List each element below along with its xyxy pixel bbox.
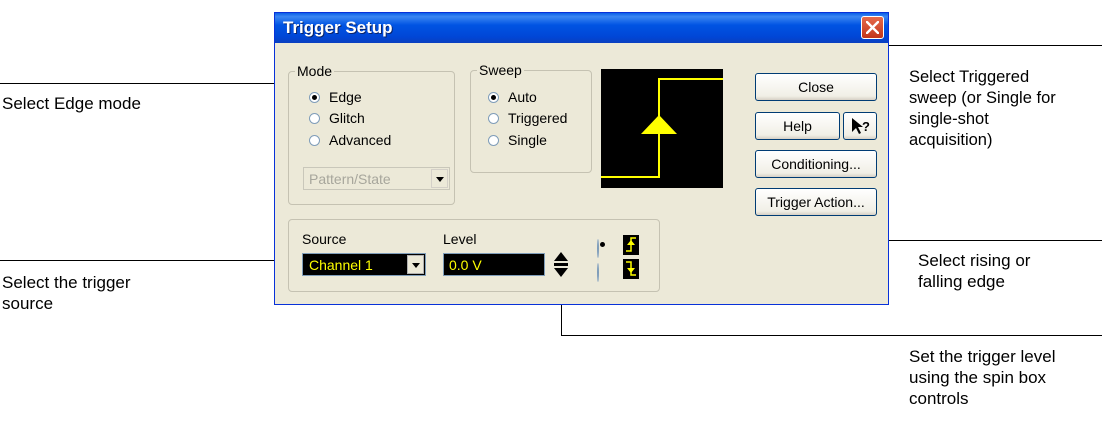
radio-label: Single xyxy=(508,132,547,148)
annotation-line: sweep (or Single for xyxy=(909,89,1056,107)
radio-indicator xyxy=(488,134,499,146)
level-label: Level xyxy=(443,231,477,247)
annotation-line: Select the trigger xyxy=(2,273,131,292)
dialog-title: Trigger Setup xyxy=(283,18,393,37)
chevron-down-icon xyxy=(407,255,424,274)
sweep-option-single[interactable]: Single xyxy=(488,131,547,149)
mode-option-glitch[interactable]: Glitch xyxy=(309,109,365,127)
slope-falling-option[interactable] xyxy=(597,259,639,282)
source-label: Source xyxy=(302,231,347,247)
sweep-option-auto[interactable]: Auto xyxy=(488,88,537,106)
leader-source xyxy=(0,260,300,261)
leader-level-h xyxy=(561,335,1102,336)
radio-indicator xyxy=(309,91,320,103)
close-icon xyxy=(866,21,879,34)
rising-edge-icon xyxy=(623,235,639,255)
mode-option-edge[interactable]: Edge xyxy=(309,88,362,106)
annotation-slope-edge: Select rising or falling edge xyxy=(918,250,1030,292)
chevron-down-icon xyxy=(431,169,448,188)
radio-indicator xyxy=(488,91,499,103)
conditioning-button[interactable]: Conditioning... xyxy=(755,150,877,178)
annotation-line: Set the trigger level xyxy=(909,347,1056,366)
annotation-line: source xyxy=(2,294,54,313)
mode-option-advanced[interactable]: Advanced xyxy=(309,131,391,149)
sweep-legend: Sweep xyxy=(477,62,524,78)
radio-indicator xyxy=(597,263,599,282)
close-button[interactable]: Close xyxy=(755,73,877,101)
level-spin-control[interactable] xyxy=(552,251,570,279)
level-value: 0.0 V xyxy=(449,257,482,273)
annotation-edge-mode: Select Edge mode xyxy=(2,94,141,113)
trigger-action-button[interactable]: Trigger Action... xyxy=(755,188,877,216)
source-dropdown[interactable]: Channel 1 xyxy=(302,253,426,276)
annotation-line: Select rising or xyxy=(918,251,1031,270)
radio-label: Glitch xyxy=(329,110,365,126)
mode-legend: Mode xyxy=(295,63,335,79)
radio-label: Edge xyxy=(329,89,362,105)
radio-indicator xyxy=(309,112,320,124)
dropdown-value: Pattern/State xyxy=(309,171,391,187)
radio-label: Auto xyxy=(508,89,537,105)
whats-this-help-button[interactable]: ? xyxy=(843,112,877,140)
level-input[interactable]: 0.0 V xyxy=(443,253,545,276)
whats-this-icon: ? xyxy=(852,118,870,134)
close-window-button[interactable] xyxy=(861,16,884,39)
advanced-mode-dropdown[interactable]: Pattern/State xyxy=(303,167,450,190)
spin-arrows-icon xyxy=(554,252,568,277)
annotation-line: falling edge xyxy=(918,272,1005,291)
annotation-line: single-shot xyxy=(909,110,989,128)
sweep-option-triggered[interactable]: Triggered xyxy=(488,109,567,127)
source-value: Channel 1 xyxy=(309,257,373,273)
slope-rising-option[interactable] xyxy=(597,235,639,258)
svg-text:?: ? xyxy=(862,119,870,134)
trigger-edge-display xyxy=(601,69,723,188)
annotation-trigger-source: Select the trigger source xyxy=(2,272,131,314)
radio-indicator xyxy=(488,112,499,124)
radio-indicator xyxy=(597,239,599,258)
annotation-triggered-sweep: Select Triggered sweep (or Single for si… xyxy=(909,67,1056,151)
leader-edge-mode xyxy=(0,83,296,84)
trigger-setup-dialog: Trigger Setup Mode Edge Glitch Advanced … xyxy=(274,12,889,305)
annotation-line: Select Triggered xyxy=(909,68,1030,86)
title-bar[interactable]: Trigger Setup xyxy=(275,13,888,43)
rising-edge-diagram xyxy=(601,78,723,178)
help-button[interactable]: Help xyxy=(755,112,840,140)
annotation-line: controls xyxy=(909,389,969,408)
annotation-line: acquisition) xyxy=(909,131,993,149)
annotation-trigger-level: Set the trigger level using the spin box… xyxy=(909,346,1055,409)
radio-indicator xyxy=(309,134,320,146)
annotation-line: using the spin box xyxy=(909,368,1047,387)
radio-label: Triggered xyxy=(508,110,568,126)
falling-edge-icon xyxy=(623,259,639,279)
radio-label: Advanced xyxy=(329,132,392,148)
